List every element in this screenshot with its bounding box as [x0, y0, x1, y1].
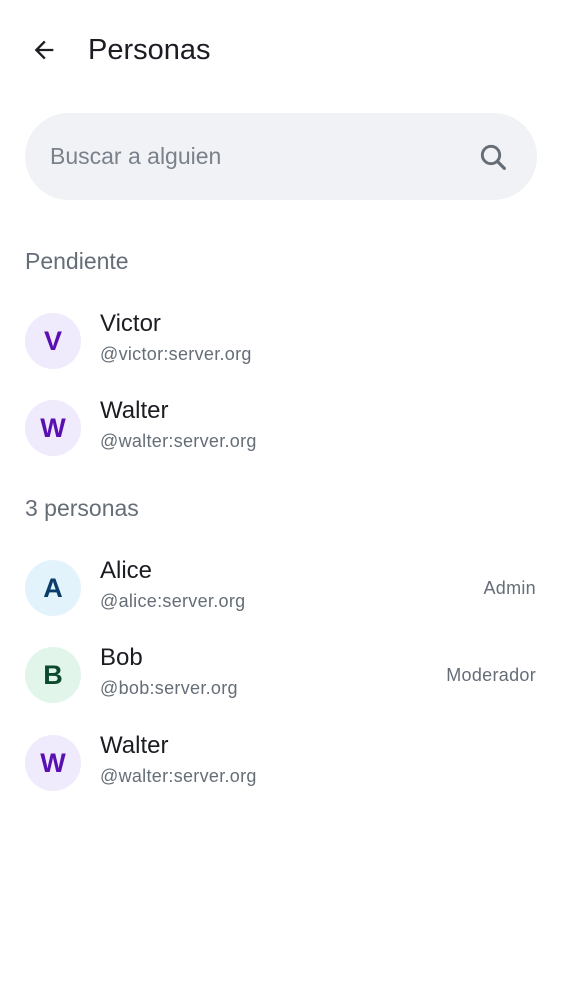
list-item-member[interactable]: W Walter @walter:server.org: [0, 719, 562, 807]
member-handle: @walter:server.org: [100, 431, 257, 451]
arrow-left-icon: [34, 40, 54, 60]
member-handle: @bob:server.org: [100, 678, 238, 698]
member-name: Victor: [100, 310, 161, 337]
member-handle: @victor:server.org: [100, 344, 252, 364]
search-icon[interactable]: [477, 141, 509, 173]
list-item-member[interactable]: A Alice @alice:server.org Admin: [0, 544, 562, 632]
page-title: Personas: [88, 34, 211, 66]
back-button[interactable]: [22, 28, 66, 72]
member-handle: @walter:server.org: [100, 766, 257, 786]
member-name: Walter: [100, 732, 169, 759]
list-item-member[interactable]: B Bob @bob:server.org Moderador: [0, 631, 562, 719]
member-name: Walter: [100, 397, 169, 424]
avatar: A: [25, 560, 81, 616]
section-header-pending: Pendiente: [25, 248, 129, 274]
avatar: W: [25, 735, 81, 791]
member-handle: @alice:server.org: [100, 591, 246, 611]
avatar: B: [25, 647, 81, 703]
list-item-pending-member[interactable]: W Walter @walter:server.org: [0, 384, 562, 472]
avatar: W: [25, 400, 81, 456]
top-app-bar: Personas: [0, 0, 562, 100]
search-bar[interactable]: [25, 113, 537, 200]
member-name: Alice: [100, 557, 153, 584]
section-header-members: 3 personas: [25, 495, 139, 521]
list-item-pending-member[interactable]: V Victor @victor:server.org: [0, 297, 562, 385]
role-badge: Admin: [483, 578, 536, 598]
role-badge: Moderador: [446, 665, 536, 685]
member-name: Bob: [100, 644, 143, 671]
avatar: V: [25, 313, 81, 369]
search-input[interactable]: [50, 113, 470, 200]
